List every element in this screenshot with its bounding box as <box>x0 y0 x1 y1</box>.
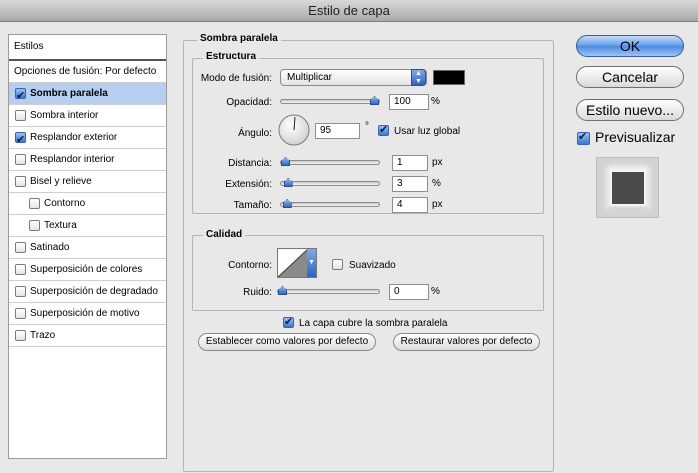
knockout-checkbox[interactable] <box>283 315 294 328</box>
contour-label: Contorno: <box>228 260 272 271</box>
style-checkbox-trazo[interactable] <box>15 330 26 341</box>
style-item-superposicion-degradado[interactable]: Superposición de degradado <box>9 281 166 303</box>
noise-label: Ruido: <box>243 287 272 298</box>
angle-dial-icon[interactable] <box>277 113 311 147</box>
style-checkbox-sombra-interior[interactable] <box>15 110 26 121</box>
style-item-label: Sombra paralela <box>30 88 108 99</box>
style-item-label: Resplandor interior <box>30 154 115 165</box>
style-item-resplandor-interior[interactable]: Resplandor interior <box>9 149 166 171</box>
style-item-label: Superposición de colores <box>30 264 143 275</box>
style-item-bisel-y-relieve[interactable]: Bisel y relieve <box>9 171 166 193</box>
style-item-label: Superposición de motivo <box>30 308 140 319</box>
style-item-label: Trazo <box>30 330 56 341</box>
blend-mode-label: Modo de fusión: <box>200 73 272 84</box>
style-item-label: Bisel y relieve <box>30 176 92 187</box>
spread-unit: % <box>432 178 441 189</box>
styles-header-label: Estilos <box>14 41 44 52</box>
new-style-button[interactable]: Estilo nuevo... <box>576 99 684 121</box>
blend-options-item[interactable]: Opciones de fusión: Por defecto <box>9 61 166 83</box>
size-unit: px <box>432 199 443 210</box>
style-item-sombra-paralela[interactable]: Sombra paralela <box>9 83 166 105</box>
style-checkbox-satinado[interactable] <box>15 242 26 253</box>
style-item-satinado[interactable]: Satinado <box>9 237 166 259</box>
antialias-label: Suavizado <box>349 260 396 271</box>
style-checkbox-sombra-paralela[interactable] <box>15 86 26 104</box>
size-input[interactable]: 4 <box>392 197 428 213</box>
style-item-resplandor-exterior[interactable]: Resplandor exterior <box>9 127 166 149</box>
window-titlebar: Estilo de capa <box>0 0 698 22</box>
contour-curve-icon <box>278 249 308 277</box>
style-item-label: Resplandor exterior <box>30 132 118 143</box>
style-item-label: Satinado <box>30 242 70 253</box>
noise-slider[interactable] <box>277 286 380 295</box>
spread-input[interactable]: 3 <box>392 176 428 192</box>
contour-picker[interactable]: ▼ <box>277 248 317 278</box>
style-checkbox-resplandor-exterior[interactable] <box>15 130 26 148</box>
spread-slider[interactable] <box>280 178 380 187</box>
style-item-label: Sombra interior <box>30 110 99 121</box>
reset-default-button[interactable]: Restaurar valores por defecto <box>393 333 540 351</box>
angle-input[interactable]: 95 <box>315 123 360 139</box>
distance-slider[interactable] <box>280 157 380 166</box>
blend-options-label: Opciones de fusión: Por defecto <box>14 66 157 77</box>
style-item-trazo[interactable]: Trazo <box>9 325 166 347</box>
quality-legend: Calidad <box>203 229 246 241</box>
style-item-contorno[interactable]: Contorno <box>9 193 166 215</box>
blend-mode-select[interactable]: Multiplicar ▲ ▼ <box>280 69 427 86</box>
shadow-color-swatch[interactable] <box>433 70 465 85</box>
window-title: Estilo de capa <box>308 3 390 18</box>
structure-legend: Estructura <box>203 51 260 63</box>
preview-label: Previsualizar <box>595 129 676 145</box>
preview-thumbnail <box>596 157 659 218</box>
ok-button[interactable]: OK <box>576 35 684 57</box>
knockout-label: La capa cubre la sombra paralela <box>299 318 448 329</box>
angle-unit: ° <box>365 121 369 132</box>
blend-mode-value: Multiplicar <box>287 72 333 83</box>
distance-label: Distancia: <box>228 158 272 169</box>
spread-label: Extensión: <box>225 179 272 190</box>
noise-unit: % <box>431 286 440 297</box>
make-default-button[interactable]: Establecer como valores por defecto <box>198 333 376 351</box>
opacity-unit: % <box>431 96 440 107</box>
noise-input[interactable]: 0 <box>389 284 429 300</box>
size-slider[interactable] <box>280 199 380 208</box>
cancel-button[interactable]: Cancelar <box>576 66 684 88</box>
style-checkbox-superposicion-motivo[interactable] <box>15 308 26 319</box>
preview-swatch <box>610 170 646 206</box>
style-item-sombra-interior[interactable]: Sombra interior <box>9 105 166 127</box>
style-item-label: Contorno <box>44 198 86 209</box>
style-item-superposicion-motivo[interactable]: Superposición de motivo <box>9 303 166 325</box>
styles-header[interactable]: Estilos <box>9 35 166 61</box>
global-light-checkbox[interactable] <box>378 123 389 136</box>
antialias-checkbox[interactable] <box>332 259 343 270</box>
style-checkbox-superposicion-colores[interactable] <box>15 264 26 275</box>
size-label: Tamaño: <box>233 200 272 211</box>
dialog-body: Estilos Opciones de fusión: Por defecto … <box>0 22 698 473</box>
style-item-label: Superposición de degradado <box>30 286 158 297</box>
distance-input[interactable]: 1 <box>392 155 428 171</box>
preview-checkbox[interactable] <box>577 130 590 145</box>
opacity-label: Opacidad: <box>226 97 272 108</box>
style-checkbox-textura[interactable] <box>29 220 40 231</box>
distance-unit: px <box>432 157 443 168</box>
opacity-input[interactable]: 100 <box>389 94 429 110</box>
style-checkbox-resplandor-interior[interactable] <box>15 154 26 165</box>
opacity-slider[interactable] <box>280 96 380 105</box>
style-checkbox-bisel-y-relieve[interactable] <box>15 176 26 187</box>
style-item-textura[interactable]: Textura <box>9 215 166 237</box>
style-checkbox-superposicion-degradado[interactable] <box>15 286 26 297</box>
panel-title: Sombra paralela <box>197 33 281 45</box>
global-light-label: Usar luz global <box>394 126 461 137</box>
angle-label: Ángulo: <box>238 128 272 139</box>
style-checkbox-contorno[interactable] <box>29 198 40 209</box>
style-item-superposicion-colores[interactable]: Superposición de colores <box>9 259 166 281</box>
styles-list: Estilos Opciones de fusión: Por defecto … <box>8 34 167 459</box>
quality-group <box>192 235 544 311</box>
contour-dropdown-arrow-icon[interactable]: ▼ <box>307 249 316 277</box>
select-arrows-icon: ▲ ▼ <box>411 69 426 86</box>
style-item-label: Textura <box>44 220 77 231</box>
